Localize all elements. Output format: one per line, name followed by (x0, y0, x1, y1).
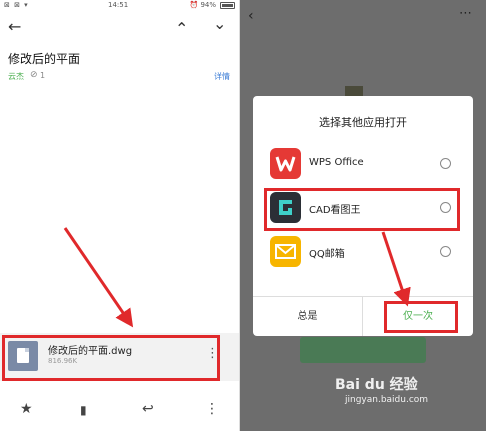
arrow-to-attachment (63, 227, 134, 328)
annotation-arrows (63, 227, 411, 328)
arrow-to-once-button (381, 231, 411, 307)
watermark-brand: Bai du 经验 (335, 377, 418, 393)
watermark-url: jingyan.baidu.com (345, 395, 429, 405)
